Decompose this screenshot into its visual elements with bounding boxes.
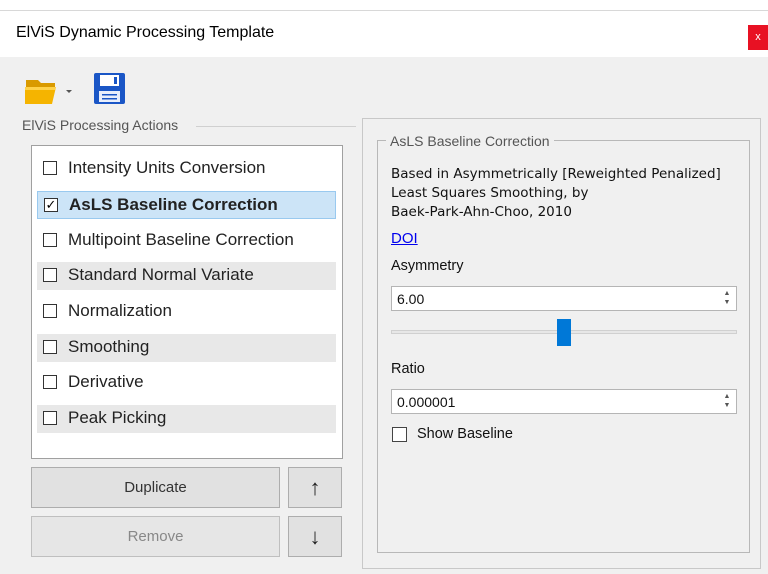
item-checkbox[interactable] — [43, 233, 57, 247]
item-label: Smoothing — [68, 337, 150, 356]
ratio-spinbox[interactable]: 0.000001 ▲ ▼ — [391, 389, 737, 414]
item-checkbox[interactable] — [43, 375, 57, 389]
move-down-button[interactable]: ↓ — [288, 516, 342, 557]
item-checkbox[interactable] — [43, 340, 57, 354]
list-item[interactable]: Normalization — [37, 298, 336, 326]
list-item[interactable]: Standard Normal Variate — [37, 262, 336, 290]
item-checkbox[interactable] — [43, 411, 57, 425]
remove-button[interactable]: Remove — [31, 516, 280, 557]
duplicate-button[interactable]: Duplicate — [31, 467, 280, 508]
description-line: Baek-Park-Ahn-Choo, 2010 — [391, 204, 572, 220]
asymmetry-slider-thumb[interactable] — [557, 319, 571, 346]
show-baseline-checkbox[interactable] — [392, 427, 407, 442]
ratio-label: Ratio — [391, 361, 425, 377]
item-checkbox[interactable] — [43, 161, 57, 175]
item-label: Normalization — [68, 301, 172, 320]
item-label: Peak Picking — [68, 408, 167, 427]
asymmetry-spinbox[interactable]: 6.00 ▲ ▼ — [391, 286, 737, 311]
actions-group-border — [196, 126, 356, 127]
show-baseline-label: Show Baseline — [417, 426, 513, 442]
list-item[interactable]: Derivative — [37, 369, 336, 397]
description-line: Least Squares Smoothing, by — [391, 185, 589, 201]
item-label: Intensity Units Conversion — [68, 158, 266, 177]
title-bar-divider — [0, 10, 768, 11]
close-button[interactable]: x — [748, 25, 768, 50]
doi-link[interactable]: DOI — [391, 230, 418, 247]
list-item[interactable]: Smoothing — [37, 334, 336, 362]
item-checkbox-checked[interactable]: ✓ — [44, 198, 58, 212]
item-label: AsLS Baseline Correction — [69, 195, 278, 214]
list-item-selected[interactable]: ✓ AsLS Baseline Correction — [37, 191, 336, 219]
title-bar: ElViS Dynamic Processing Template x — [0, 0, 768, 57]
item-checkbox[interactable] — [43, 304, 57, 318]
item-label: Multipoint Baseline Correction — [68, 230, 294, 249]
list-item[interactable]: Multipoint Baseline Correction — [37, 227, 336, 255]
window-title: ElViS Dynamic Processing Template — [16, 24, 275, 41]
save-disk-icon — [94, 73, 125, 104]
actions-list[interactable]: Intensity Units Conversion ✓ AsLS Baseli… — [31, 145, 343, 459]
list-item[interactable]: Intensity Units Conversion — [37, 155, 336, 183]
folder-open-icon — [25, 80, 72, 104]
item-label: Derivative — [68, 372, 144, 391]
spin-arrows-icon[interactable]: ▲ ▼ — [722, 392, 732, 411]
list-item[interactable]: Peak Picking — [37, 405, 336, 433]
details-group-caption: AsLS Baseline Correction — [386, 133, 554, 149]
save-button[interactable] — [93, 72, 127, 106]
chevron-down-icon — [66, 90, 72, 93]
spin-arrows-icon[interactable]: ▲ ▼ — [722, 289, 732, 308]
asymmetry-value: 6.00 — [397, 291, 425, 307]
move-up-button[interactable]: ↑ — [288, 467, 342, 508]
item-checkbox[interactable] — [43, 268, 57, 282]
actions-group-caption: ElViS Processing Actions — [22, 117, 183, 133]
ratio-value: 0.000001 — [397, 394, 456, 410]
description-line: Based in Asymmetrically [Reweighted Pena… — [391, 166, 721, 182]
open-dropdown-button[interactable] — [24, 74, 76, 106]
method-description: Based in Asymmetrically [Reweighted Pena… — [391, 165, 746, 222]
item-label: Standard Normal Variate — [68, 265, 254, 284]
asymmetry-label: Asymmetry — [391, 258, 464, 274]
